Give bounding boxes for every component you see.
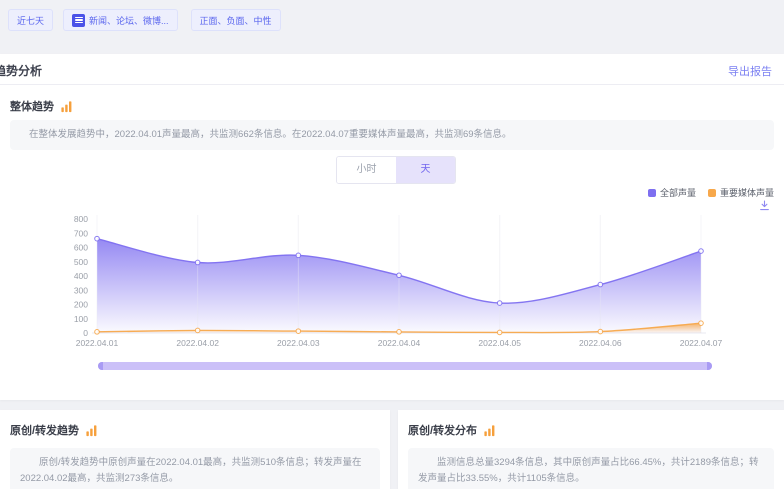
data-point: [497, 330, 502, 335]
section-title-origin-distribution: 原创/转发分布: [408, 422, 477, 438]
y-axis-label: 700: [74, 228, 88, 238]
origin-trend-summary: 原创/转发趋势中原创声量在2022.04.01最高，共监测510条信息；转发声量…: [10, 448, 380, 489]
legend-label-media: 重要媒体声量: [720, 186, 774, 199]
page-title: 趋势分析: [0, 62, 42, 79]
x-axis-label: 2022.04.03: [277, 338, 320, 348]
origin-trend-chart-icon: [85, 424, 98, 437]
overall-summary: 在整体发展趋势中，2022.04.01声量最高，共监测662条信息。在2022.…: [10, 120, 774, 150]
legend-swatch-media: [708, 189, 716, 197]
sentiment-label: 正面、负面、中性: [200, 14, 272, 27]
data-point: [699, 249, 704, 254]
chart-scrollbar[interactable]: [98, 362, 712, 370]
section-title-overall-trend: 整体趋势: [10, 98, 54, 114]
filter-chip-date-range[interactable]: 近七天: [8, 9, 53, 31]
x-axis-label: 2022.04.02: [176, 338, 219, 348]
y-axis-label: 800: [74, 214, 88, 224]
x-axis-label: 2022.04.05: [478, 338, 521, 348]
x-axis-label: 2022.04.07: [680, 338, 723, 348]
origin-distribution-chart-icon: [483, 424, 496, 437]
sources-icon: [72, 14, 85, 27]
origin-distribution-card: 原创/转发分布 监测信息总量3294条信息，其中原创声量占比66.45%，共计2…: [398, 410, 784, 489]
data-point: [497, 301, 502, 306]
data-point: [296, 253, 301, 258]
filter-bar: 近七天 新闻、论坛、微博... 正面、负面、中性: [8, 9, 281, 31]
x-axis-label: 2022.04.01: [76, 338, 119, 348]
data-point: [598, 282, 603, 287]
trend-area-chart[interactable]: 0 100 200 300 400 500 600 700 800 2022.04.01 2022.…: [0, 206, 784, 356]
y-axis-label: 200: [74, 300, 88, 310]
section-title-origin-trend: 原创/转发趋势: [10, 422, 79, 438]
x-axis-label: 2022.04.06: [579, 338, 622, 348]
y-axis-label: 0: [83, 328, 88, 338]
data-point: [397, 273, 402, 278]
y-axis-label: 300: [74, 285, 88, 295]
origin-trend-header: 原创/转发趋势: [10, 422, 98, 438]
origin-distribution-header: 原创/转发分布: [408, 422, 496, 438]
data-point: [95, 330, 100, 335]
data-point: [699, 321, 704, 326]
legend-item-media-volume[interactable]: 重要媒体声量: [708, 186, 774, 199]
overall-trend-header: 整体趋势: [10, 98, 73, 114]
export-report-link[interactable]: 导出报告: [728, 63, 772, 79]
legend-label-total: 全部声量: [660, 186, 696, 199]
trend-chart-icon: [60, 100, 73, 113]
y-axis-label: 600: [74, 243, 88, 253]
origin-trend-card: 原创/转发趋势 原创/转发趋势中原创声量在2022.04.01最高，共监测510…: [0, 410, 390, 489]
card-header: 趋势分析 导出报告: [0, 54, 784, 85]
granularity-hour-button[interactable]: 小时: [337, 157, 396, 183]
legend-item-total-volume[interactable]: 全部声量: [648, 186, 696, 199]
trend-analysis-card: 趋势分析 导出报告 整体趋势 在整体发展趋势中，2022.04.01声量最高，共…: [0, 54, 784, 400]
data-point: [397, 330, 402, 335]
granularity-toggle: 小时 天: [336, 156, 456, 184]
app-root: 近七天 新闻、论坛、微博... 正面、负面、中性 趋势分析 导出报告 整体趋势 …: [0, 0, 784, 489]
y-axis-label: 100: [74, 314, 88, 324]
data-point: [296, 329, 301, 334]
chart-legend: 全部声量 重要媒体声量: [648, 186, 774, 199]
date-range-label: 近七天: [17, 14, 44, 27]
scrollbar-handle-left[interactable]: [98, 362, 103, 370]
data-point: [598, 329, 603, 334]
granularity-day-button[interactable]: 天: [396, 157, 455, 183]
origin-distribution-summary: 监测信息总量3294条信息，其中原创声量占比66.45%，共计2189条信息；转…: [408, 448, 774, 489]
data-point: [195, 260, 200, 265]
scrollbar-handle-right[interactable]: [707, 362, 712, 370]
filter-chip-sentiment[interactable]: 正面、负面、中性: [191, 9, 281, 31]
filter-chip-sources[interactable]: 新闻、论坛、微博...: [63, 9, 178, 31]
legend-swatch-total: [648, 189, 656, 197]
data-point: [195, 328, 200, 333]
sources-label: 新闻、论坛、微博...: [89, 14, 169, 27]
trend-area-chart-svg: 0 100 200 300 400 500 600 700 800 2022.04.01 2022.…: [0, 206, 784, 356]
y-axis-label: 500: [74, 257, 88, 267]
y-axis-label: 400: [74, 271, 88, 281]
x-axis-label: 2022.04.04: [378, 338, 421, 348]
data-point: [95, 236, 100, 241]
